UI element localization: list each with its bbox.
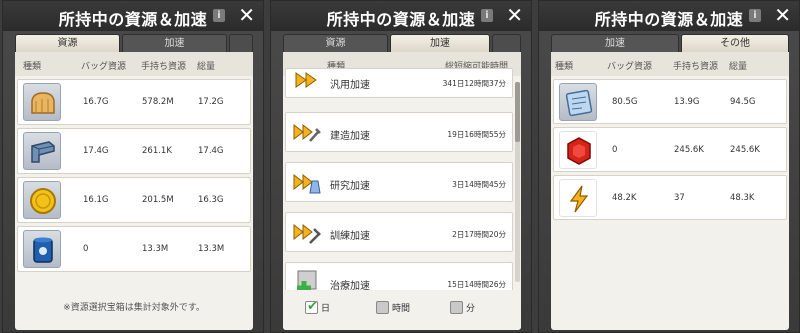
table-row: 0 245.6K 245.6K [553,127,787,172]
tab-bar: 資源 加速 [15,34,253,52]
oil-barrel-icon [23,230,61,268]
speedup-time: 2日17時間20分 [452,230,506,239]
tab-resources[interactable]: 資源 [283,34,388,52]
total-value: 48.3K [730,193,755,203]
resources-panel: 所持中の資源＆加速 i ✕ 資源 加速 種類 バッグ資源 手持ち資源 総量 16… [2,0,264,333]
bag-value: 0 [612,145,618,155]
total-value: 94.5G [730,97,756,107]
col-total: 総量 [729,62,748,72]
other-table: 種類 バッグ資源 手持ち資源 総量 80.5G 13.9G 94.5G 0 24… [551,52,789,330]
tab-more[interactable] [492,34,521,52]
gold-coin-icon [23,181,61,219]
table-row: 16.1G 201.5M 16.3G [17,177,251,223]
tab-more[interactable] [229,34,253,52]
unit-filter-bar: 日 時間 分 [283,290,521,330]
list-item[interactable]: 研究加速 3日14時間45分 [285,162,513,202]
table-row: 48.2K 37 48.3K [553,175,787,220]
col-hand: 手持ち資源 [673,62,719,72]
stone-icon [23,132,61,170]
info-icon[interactable]: i [481,9,493,22]
tab-speedups[interactable]: 加速 [122,34,227,52]
speedup-time: 19日16時間55分 [447,130,506,139]
hand-value: 261.1K [142,146,172,156]
tab-speedups[interactable]: 加速 [551,34,679,52]
hand-value: 245.6K [674,145,704,155]
title-bar: 所持中の資源＆加速 i ✕ [271,1,531,31]
tab-other[interactable]: その他 [681,34,789,52]
bag-value: 17.4G [83,146,109,156]
scrollbar-thumb[interactable] [515,82,520,142]
hand-value: 201.5M [142,195,174,205]
hand-value: 13.3M [142,244,169,254]
col-bag: バッグ資源 [81,62,127,72]
speedup-time: 15日14時間26分 [447,280,506,289]
bag-value: 48.2K [612,193,637,203]
filter-day-label: 日 [321,304,331,314]
footer-note: ※資源選択宝箱は集計対象外です。 [63,303,205,313]
tab-bar: 加速 その他 [551,34,789,52]
speedup-time: 341日12時間37分 [442,79,506,88]
filter-hour-checkbox[interactable] [376,301,389,314]
speedups-panel: 所持中の資源＆加速 i ✕ 資源 加速 種類 総短縮可能時間 汎用加速 341日… [270,0,532,333]
red-gem-icon [559,131,597,169]
total-value: 17.2G [198,97,224,107]
speedup-name: 汎用加速 [330,80,370,91]
training-speedup-icon [293,223,321,244]
list-item[interactable]: 建造加速 19日16時間55分 [285,112,513,152]
total-value: 16.3G [198,195,224,205]
build-speedup-icon [293,123,321,142]
filter-minute-label: 分 [466,304,476,314]
tab-resources[interactable]: 資源 [15,34,120,52]
total-value: 13.3M [198,244,225,254]
filter-hour-label: 時間 [392,304,411,314]
close-icon[interactable]: ✕ [774,4,791,26]
other-panel: 所持中の資源＆加速 i ✕ 加速 その他 種類 バッグ資源 手持ち資源 総量 8… [538,0,800,333]
filter-day-checkbox[interactable] [305,299,318,314]
bag-value: 16.7G [83,97,109,107]
tab-bar: 資源 加速 [283,34,521,52]
info-icon[interactable]: i [749,9,761,22]
research-speedup-icon [293,173,321,194]
speedup-list: 種類 総短縮可能時間 汎用加速 341日12時間37分 建造加速 19日16時間… [283,52,521,330]
col-type: 種類 [23,62,42,72]
table-row: 80.5G 13.9G 94.5G [553,79,787,124]
bag-value: 80.5G [612,97,638,107]
filter-minute-checkbox[interactable] [450,301,463,314]
speedup-name: 建造加速 [330,131,370,142]
hand-value: 37 [674,193,685,203]
title-bar: 所持中の資源＆加速 i ✕ [539,1,799,31]
resource-table: 種類 バッグ資源 手持ち資源 総量 16.7G 578.2M 17.2G 17.… [15,52,253,330]
col-type: 種類 [555,62,574,72]
close-icon[interactable]: ✕ [506,4,523,26]
hand-value: 13.9G [674,97,700,107]
close-icon[interactable]: ✕ [238,4,255,26]
speedup-name: 訓練加速 [330,231,370,242]
general-speedup-icon [295,72,317,88]
list-item[interactable]: 汎用加速 341日12時間37分 [285,68,513,98]
col-total: 総量 [197,62,216,72]
hand-value: 578.2M [142,97,174,107]
info-icon[interactable]: i [213,9,225,22]
tab-speedups[interactable]: 加速 [390,34,490,52]
bag-value: 0 [83,244,89,254]
title-bar: 所持中の資源＆加速 i ✕ [3,1,263,31]
col-bag: バッグ資源 [607,62,653,72]
speedup-name: 研究加速 [330,181,370,192]
total-value: 245.6K [730,145,760,155]
bag-value: 16.1G [83,195,109,205]
col-hand: 手持ち資源 [141,62,187,72]
table-row: 0 13.3M 13.3M [17,226,251,272]
lightning-icon [559,179,597,217]
speedup-time: 3日14時間45分 [452,180,506,189]
list-item[interactable]: 訓練加速 2日17時間20分 [285,212,513,252]
table-row: 16.7G 578.2M 17.2G [17,79,251,125]
bread-icon [23,83,61,121]
table-row: 17.4G 261.1K 17.4G [17,128,251,174]
table-header: 種類 バッグ資源 手持ち資源 総量 [551,52,789,76]
table-header: 種類 バッグ資源 手持ち資源 総量 [15,52,253,76]
total-value: 17.4G [198,146,224,156]
blueprint-icon [559,83,597,121]
